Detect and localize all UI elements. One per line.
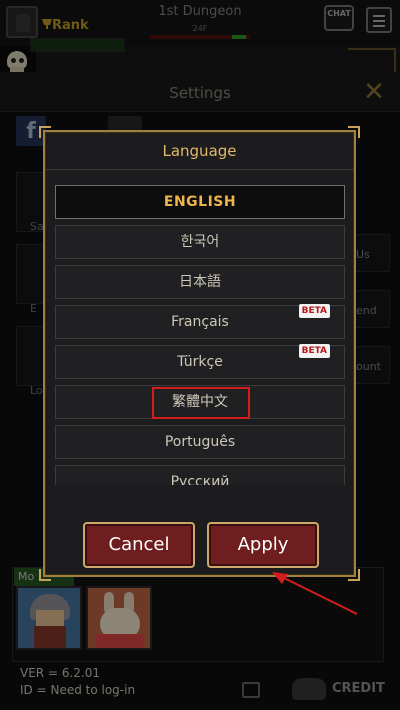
annotation-arrow-icon [272, 572, 358, 615]
